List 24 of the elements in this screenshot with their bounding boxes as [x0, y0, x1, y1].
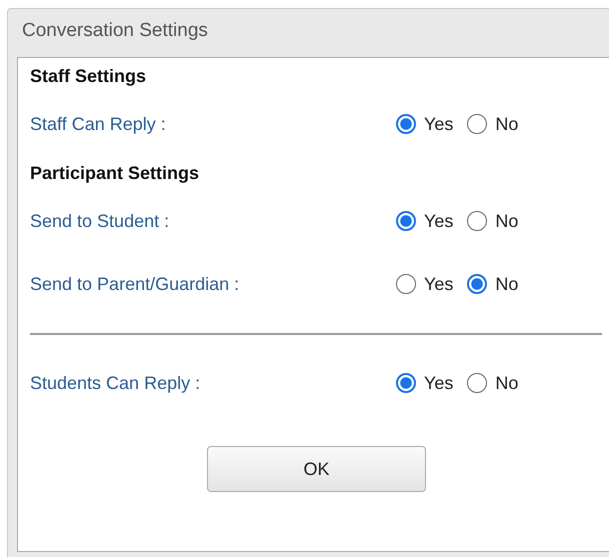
radio-label[interactable]: Yes: [424, 114, 454, 134]
radio-label[interactable]: Yes: [424, 210, 454, 232]
radio-label[interactable]: No: [495, 372, 518, 394]
ok-button[interactable]: OK: [207, 446, 426, 492]
radio-button[interactable]: [396, 211, 416, 231]
radio-button[interactable]: [467, 373, 488, 393]
setting-label: Staff Can Reply :: [30, 114, 166, 134]
radio-label[interactable]: Yes: [424, 372, 454, 394]
radio-button[interactable]: [396, 373, 416, 393]
radio-button[interactable]: [467, 114, 488, 134]
radio-button[interactable]: [396, 274, 416, 294]
setting-label: Send to Student :: [30, 210, 170, 232]
radio-button[interactable]: [467, 211, 488, 231]
setting-label: Send to Parent/Guardian :: [30, 274, 240, 294]
radio-label[interactable]: No: [495, 274, 518, 294]
radio-label[interactable]: No: [495, 210, 518, 232]
setting-label: Students Can Reply :: [30, 372, 200, 394]
dialog-title: Conversation Settings: [22, 19, 208, 43]
section-heading: Participant Settings: [30, 162, 200, 185]
section-heading: Staff Settings: [30, 65, 146, 88]
radio-label[interactable]: Yes: [424, 274, 454, 294]
radio-button[interactable]: [467, 274, 488, 294]
radio-button[interactable]: [396, 114, 416, 134]
radio-label[interactable]: No: [495, 114, 518, 134]
